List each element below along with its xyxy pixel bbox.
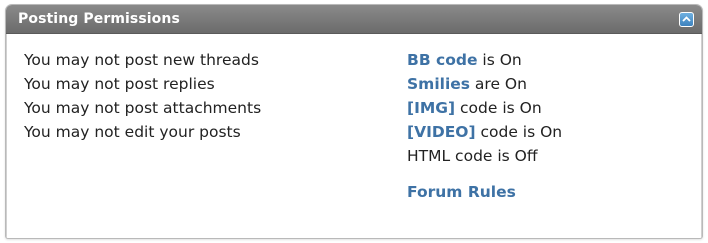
posting-permissions-panel: Posting Permissions You may not post new…: [5, 4, 703, 239]
setting-img: [IMG] code is On: [407, 96, 562, 120]
permissions-list: You may not post new threads You may not…: [24, 48, 261, 144]
forum-rules-link[interactable]: Forum Rules: [407, 183, 516, 201]
permission-item: You may not post new threads: [24, 51, 259, 69]
setting-smilies: Smilies are On: [407, 72, 562, 96]
settings-list: BB code is On Smilies are On [IMG] code …: [407, 48, 562, 204]
video-code-link[interactable]: [VIDEO]: [407, 123, 476, 141]
chevron-up-icon: [682, 16, 691, 22]
panel-body: You may not post new threads You may not…: [6, 34, 702, 238]
img-code-link[interactable]: [IMG]: [407, 99, 455, 117]
collapse-button[interactable]: [679, 11, 694, 27]
setting-status: is On: [477, 51, 522, 69]
panel-title: Posting Permissions: [18, 11, 180, 27]
setting-html: HTML code is Off: [407, 147, 538, 165]
forum-rules-line: Forum Rules: [407, 180, 562, 204]
setting-status: code is On: [455, 99, 542, 117]
permission-item: You may not post replies: [24, 75, 215, 93]
panel-header: Posting Permissions: [6, 5, 702, 34]
setting-video: [VIDEO] code is On: [407, 120, 562, 144]
setting-status: code is On: [475, 123, 563, 141]
setting-status: are On: [470, 75, 527, 93]
bbcode-link[interactable]: BB code: [407, 51, 477, 69]
smilies-link[interactable]: Smilies: [407, 75, 470, 93]
permission-item: You may not edit your posts: [24, 123, 241, 141]
setting-bbcode: BB code is On: [407, 48, 562, 72]
permission-item: You may not post attachments: [24, 99, 262, 117]
